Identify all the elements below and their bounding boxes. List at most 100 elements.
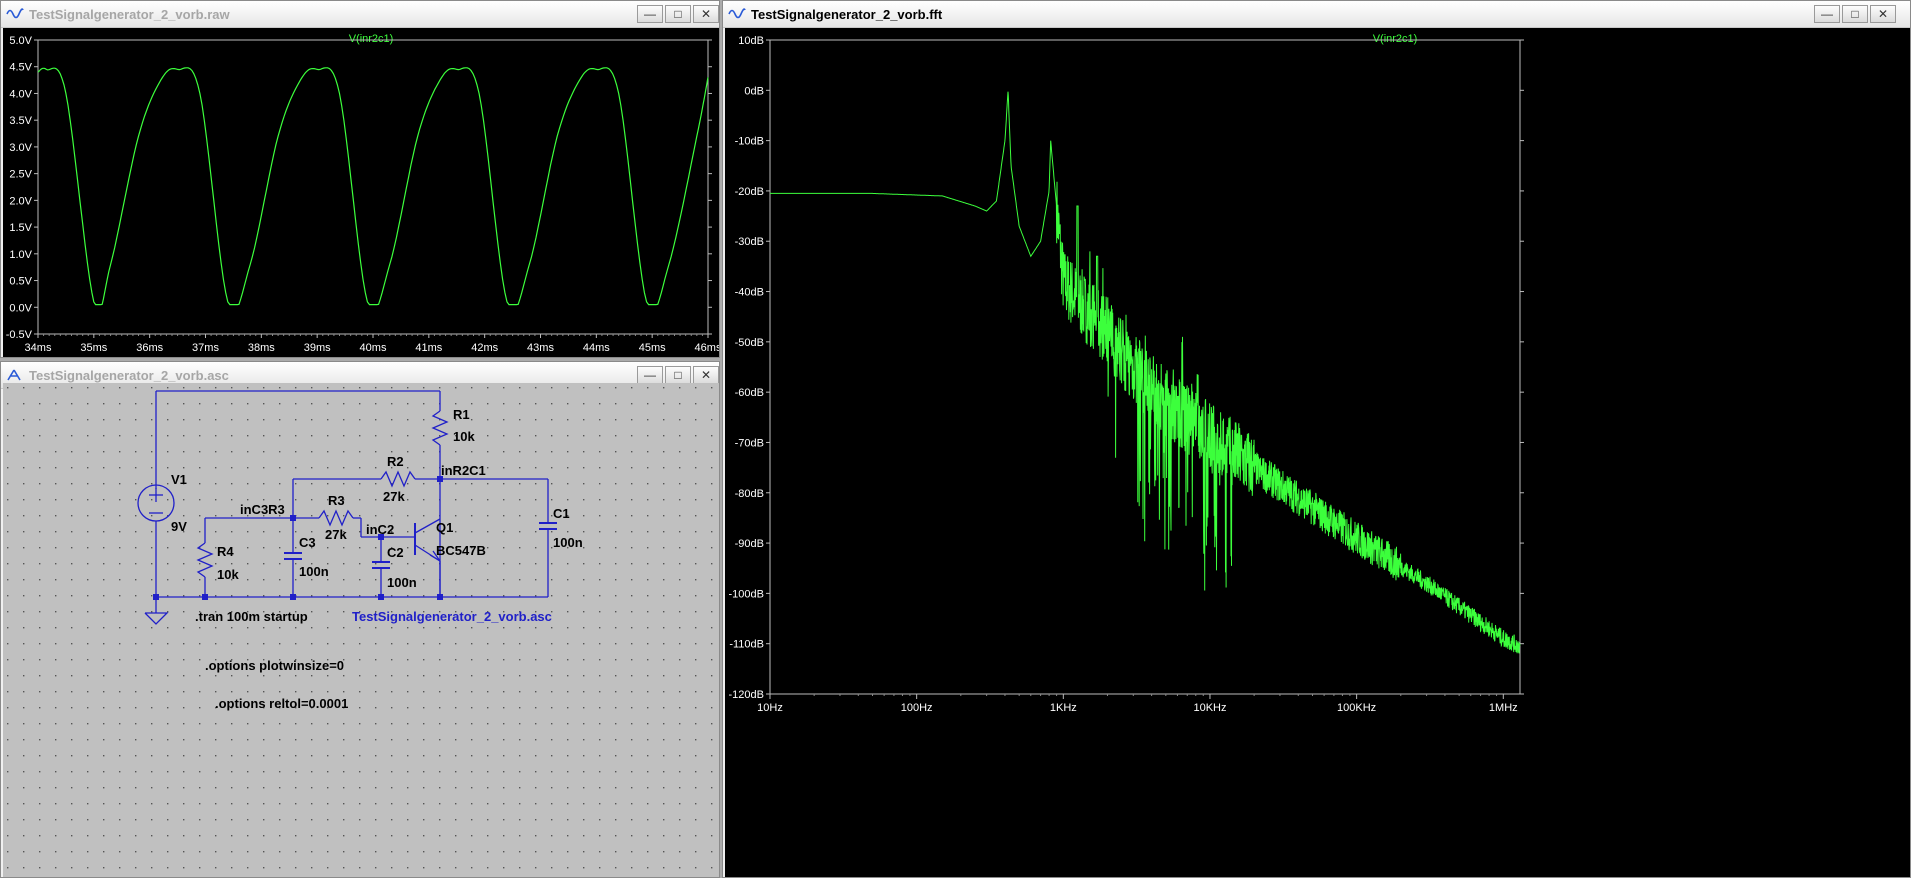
c2-name[interactable]: C2: [387, 545, 404, 560]
y-tick-label: -80dB: [735, 488, 764, 500]
minimize-button[interactable]: —: [637, 366, 663, 384]
r4-name[interactable]: R4: [217, 544, 234, 559]
schematic-canvas[interactable]: R1 10k R2 27k inR2C1 R3 27k inC3R3 inC2 …: [3, 383, 719, 877]
y-tick-label: 3.5V: [9, 115, 32, 127]
x-tick-label: 42ms: [471, 342, 498, 354]
x-tick-label: 39ms: [304, 342, 331, 354]
x-tick-label: 37ms: [192, 342, 219, 354]
schematic-filename-label[interactable]: TestSignalgenerator_2_vorb.asc: [352, 609, 552, 624]
transient-chart: V(inr2c1) 5.0V 4.5V 4.0V 3.5V 3.0V 2.5V 2.0V 1.…: [6, 33, 719, 354]
x-tick-label: 10KHz: [1193, 702, 1226, 714]
x-tick-label: 10Hz: [757, 702, 783, 714]
fft-plot-area[interactable]: V(inr2c1) 10dB 0dB -10dB -20dB -30dB -40dB -50…: [725, 28, 1910, 877]
x-tick-label: 43ms: [527, 342, 554, 354]
x-tick-label: 44ms: [583, 342, 610, 354]
y-tick-label: -10dB: [735, 136, 764, 148]
y-tick-label: 1.0V: [9, 249, 32, 261]
q1-value[interactable]: BC547B: [436, 543, 486, 558]
c1-name[interactable]: C1: [553, 506, 570, 521]
y-tick-label: -50dB: [735, 337, 764, 349]
fft-trace-label[interactable]: V(inr2c1): [1373, 33, 1418, 45]
tran-directive[interactable]: .tran 100m startup: [195, 609, 308, 624]
y-tick-label: -20dB: [735, 186, 764, 198]
y-tick-label: 3.0V: [9, 142, 32, 154]
x-tick-label: 45ms: [639, 342, 666, 354]
y-tick-label: -70dB: [735, 437, 764, 449]
v1-value[interactable]: 9V: [171, 519, 187, 534]
schematic-window[interactable]: TestSignalgenerator_2_vorb.asc — □ ✕ R1 …: [0, 361, 720, 878]
schematic-icon: [7, 369, 21, 381]
maximize-button[interactable]: □: [665, 5, 691, 23]
q1-name[interactable]: Q1: [436, 520, 453, 535]
minimize-button[interactable]: —: [1814, 5, 1840, 23]
schematic-drawing: R1 10k R2 27k inR2C1 R3 27k inC3R3 inC2 …: [3, 383, 719, 877]
x-tick-label: 1MHz: [1489, 702, 1518, 714]
y-tick-label: -60dB: [735, 387, 764, 399]
net-inr2c1[interactable]: inR2C1: [441, 463, 486, 478]
options-reltol[interactable]: .options reltol=0.0001: [215, 696, 348, 711]
x-tick-label: 46ms: [695, 342, 719, 354]
close-button[interactable]: ✕: [693, 366, 719, 384]
y-tick-label: -0.5V: [6, 329, 33, 341]
c2-value[interactable]: 100n: [387, 575, 417, 590]
y-tick-label: 4.5V: [9, 62, 32, 74]
y-tick-label: -90dB: [735, 538, 764, 550]
schematic-title: TestSignalgenerator_2_vorb.asc: [29, 368, 229, 383]
r3-name[interactable]: R3: [328, 493, 345, 508]
y-tick-label: 10dB: [738, 35, 764, 47]
c3-value[interactable]: 100n: [299, 564, 329, 579]
waveform-icon: [728, 8, 746, 19]
r4-value[interactable]: 10k: [217, 567, 239, 582]
transient-window[interactable]: TestSignalgenerator_2_vorb.raw — □ ✕ V(i…: [0, 0, 720, 358]
transient-trace-label[interactable]: V(inr2c1): [349, 33, 394, 45]
transient-titlebar[interactable]: TestSignalgenerator_2_vorb.raw — □ ✕: [1, 1, 719, 28]
y-tick-label: -100dB: [729, 588, 764, 600]
r3-value[interactable]: 27k: [325, 527, 347, 542]
x-tick-label: 41ms: [415, 342, 442, 354]
r1-name[interactable]: R1: [453, 407, 470, 422]
minimize-button[interactable]: —: [637, 5, 663, 23]
x-tick-label: 100Hz: [901, 702, 933, 714]
net-inc2[interactable]: inC2: [366, 522, 394, 537]
transient-trace: [37, 67, 709, 306]
fft-chart: V(inr2c1) 10dB 0dB -10dB -20dB -30dB -40dB -50…: [729, 33, 1524, 714]
r2-name[interactable]: R2: [387, 454, 404, 469]
x-tick-label: 40ms: [360, 342, 387, 354]
fft-window[interactable]: TestSignalgenerator_2_vorb.fft — □ ✕ V(i…: [722, 0, 1911, 878]
c3-name[interactable]: C3: [299, 535, 316, 550]
y-tick-label: -30dB: [735, 236, 764, 248]
plot-frame: [37, 39, 709, 335]
y-tick-label: 0dB: [744, 85, 764, 97]
y-tick-label: 2.0V: [9, 195, 32, 207]
fft-titlebar[interactable]: TestSignalgenerator_2_vorb.fft — □ ✕: [723, 1, 1910, 28]
r2-value[interactable]: 27k: [383, 489, 405, 504]
waveform-icon: [6, 8, 24, 19]
y-tick-label: -110dB: [729, 639, 764, 651]
options-plotwinsize[interactable]: .options plotwinsize=0: [205, 658, 344, 673]
y-tick-label: 0.5V: [9, 276, 32, 288]
maximize-button[interactable]: □: [1842, 5, 1868, 23]
v1-name[interactable]: V1: [171, 472, 187, 487]
close-button[interactable]: ✕: [1870, 5, 1896, 23]
x-tick-label: 38ms: [248, 342, 275, 354]
y-tick-label: -40dB: [735, 287, 764, 299]
y-tick-label: 4.0V: [9, 88, 32, 100]
x-tick-label: 1KHz: [1050, 702, 1077, 714]
y-tick-label: 2.5V: [9, 169, 32, 181]
y-tick-label: -120dB: [729, 689, 764, 701]
c1-value[interactable]: 100n: [553, 535, 583, 550]
x-tick-label: 34ms: [25, 342, 52, 354]
maximize-button[interactable]: □: [665, 366, 691, 384]
y-tick-label: 1.5V: [9, 222, 32, 234]
transient-title: TestSignalgenerator_2_vorb.raw: [29, 7, 230, 22]
fft-trace: [770, 91, 1521, 654]
x-tick-label: 100KHz: [1337, 702, 1376, 714]
y-tick-label: 0.0V: [9, 302, 32, 314]
close-button[interactable]: ✕: [693, 5, 719, 23]
transient-plot-area[interactable]: V(inr2c1) 5.0V 4.5V 4.0V 3.5V 3.0V 2.5V 2.0V 1.…: [3, 28, 719, 357]
x-tick-label: 35ms: [80, 342, 107, 354]
r1-value[interactable]: 10k: [453, 429, 475, 444]
net-inc3r3[interactable]: inC3R3: [240, 502, 285, 517]
y-tick-label: 5.0V: [9, 35, 32, 47]
fft-title: TestSignalgenerator_2_vorb.fft: [751, 7, 943, 22]
